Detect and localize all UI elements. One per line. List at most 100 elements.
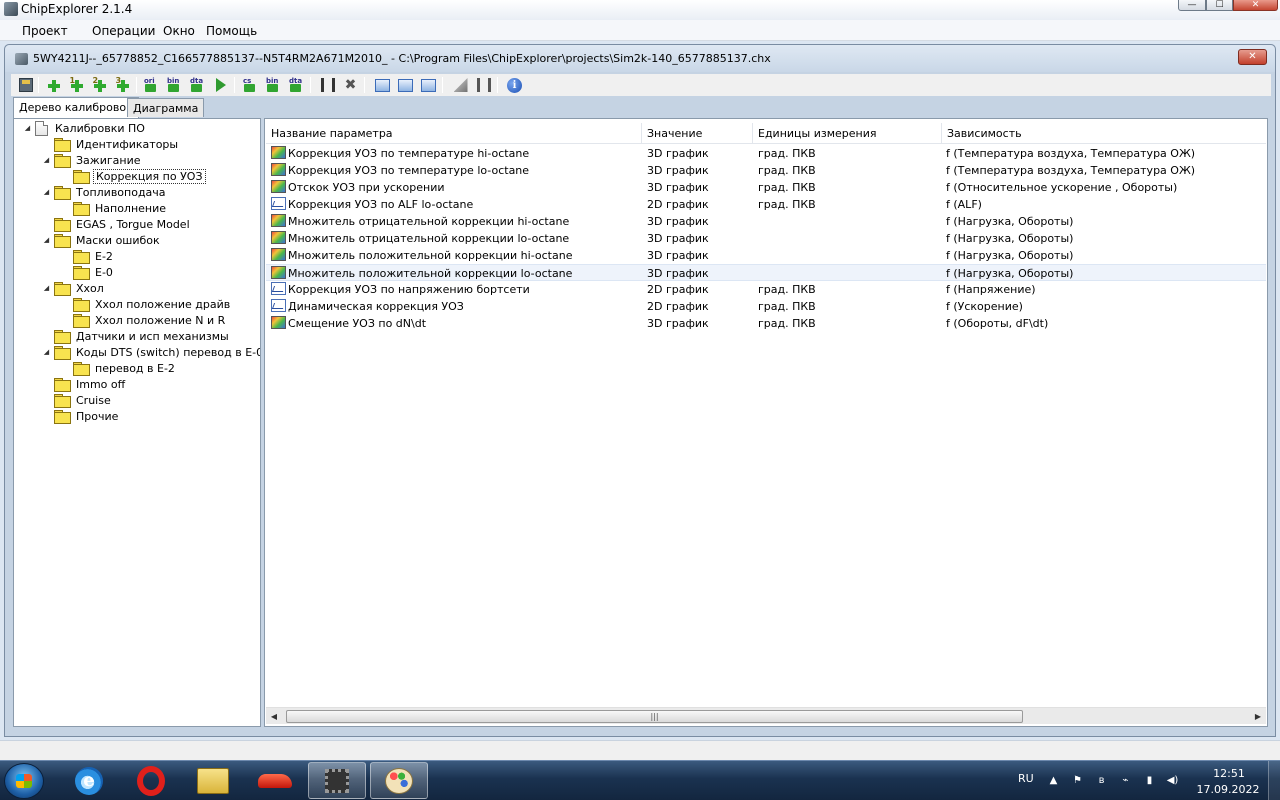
taskbar-paint[interactable] <box>370 762 428 799</box>
add-2d-button[interactable]: 2 <box>90 76 109 94</box>
show-desktop-button[interactable] <box>1268 761 1280 800</box>
menu-help[interactable]: Помощь <box>206 24 257 38</box>
tree-item[interactable]: ◢ Коды DTS (switch) перевод в E-0 <box>42 344 260 360</box>
scroll-thumb[interactable]: ||| <box>286 710 1023 723</box>
tree-collapse-icon[interactable]: ◢ <box>42 284 51 292</box>
taskbar-ie[interactable]: e <box>60 762 118 799</box>
export-dta-button[interactable]: dta <box>188 76 207 94</box>
start-button[interactable] <box>4 763 44 799</box>
export-ori-button[interactable]: ori <box>142 76 161 94</box>
scroll-right-icon[interactable]: ▶ <box>1252 710 1264 723</box>
clock-date[interactable]: 17.09.2022 <box>1194 783 1262 796</box>
tree-item[interactable]: перевод в E-2 <box>61 360 177 376</box>
tree-item[interactable]: ◢ Зажигание <box>42 152 142 168</box>
tree-collapse-icon[interactable]: ◢ <box>42 348 51 356</box>
tree-item[interactable]: ◢ Маски ошибок <box>42 232 162 248</box>
document-close-button[interactable]: ✕ <box>1238 49 1267 65</box>
tree-collapse-icon[interactable]: ◢ <box>42 236 51 244</box>
table-row[interactable]: Коррекция УОЗ по температуре hi-octane 3D… <box>266 145 1266 162</box>
paint-icon <box>385 767 413 794</box>
action-center-flag-icon[interactable]: ⚑ <box>1071 774 1084 787</box>
window-export-button[interactable] <box>419 76 438 94</box>
tree-item[interactable]: Cruise <box>42 392 113 408</box>
horizontal-scrollbar[interactable]: ◀ ||| ▶ <box>266 707 1266 724</box>
triangle-button[interactable] <box>451 76 470 94</box>
chipexplorer-icon <box>325 768 349 793</box>
export-cs-icon: cs <box>243 77 258 93</box>
split-button[interactable] <box>318 76 337 94</box>
tree-item[interactable]: Наполнение <box>61 200 168 216</box>
add-1d-button[interactable]: 1 <box>67 76 86 94</box>
add-3d-button[interactable]: 3 <box>113 76 132 94</box>
tree-item[interactable]: E-0 <box>61 264 115 280</box>
window-import-button[interactable] <box>396 76 415 94</box>
cell-dep: f (Обороты, dF\dt) <box>946 317 1049 330</box>
save-button[interactable] <box>16 76 35 94</box>
tree-item[interactable]: E-2 <box>61 248 115 264</box>
tree-collapse-icon[interactable]: ◢ <box>23 124 32 132</box>
column-header-dependency[interactable]: Зависимость <box>942 123 1266 144</box>
toolbar-separator <box>136 77 137 93</box>
tree-item[interactable]: ◢ Калибровки ПО <box>23 120 147 136</box>
language-indicator[interactable]: RU <box>1018 772 1034 785</box>
table-row[interactable]: Множитель отрицательной коррекции hi-oct… <box>266 213 1266 230</box>
close-button[interactable]: ✕ <box>1233 0 1278 11</box>
export-cs-button[interactable]: cs <box>241 76 260 94</box>
table-row[interactable]: Множитель положительной коррекции hi-oct… <box>266 247 1266 264</box>
table-row[interactable]: Множитель положительной коррекции lo-oct… <box>266 264 1266 281</box>
tree-item[interactable]: Ххол положение драйв <box>61 296 232 312</box>
tab-diagram[interactable]: Диаграмма <box>127 98 205 117</box>
bluetooth-icon[interactable]: ʙ <box>1095 774 1108 787</box>
device-icon[interactable]: ⌁ <box>1119 774 1132 787</box>
clock-time[interactable]: 12:51 <box>1200 767 1258 780</box>
network-signal-icon[interactable]: ▮ <box>1143 774 1156 787</box>
column-header-units[interactable]: Единицы измерения <box>753 123 942 144</box>
column-header-value[interactable]: Значение <box>642 123 753 144</box>
tree-item[interactable]: ◢ Топливоподача <box>42 184 168 200</box>
tree-item[interactable]: Идентификаторы <box>42 136 180 152</box>
tree-collapse-icon[interactable]: ◢ <box>42 156 51 164</box>
tree-item[interactable]: ◢ Ххол <box>42 280 106 296</box>
table-row[interactable]: Множитель отрицательной коррекции lo-oct… <box>266 230 1266 247</box>
tree-collapse-icon[interactable]: ◢ <box>42 188 51 196</box>
taskbar-opera[interactable] <box>122 762 180 799</box>
window-button[interactable] <box>373 76 392 94</box>
delete-button[interactable]: ✖ <box>341 76 360 94</box>
scroll-left-icon[interactable]: ◀ <box>268 710 280 723</box>
taskbar-chipexplorer[interactable] <box>308 762 366 799</box>
menu-window[interactable]: Окно <box>163 24 195 38</box>
import-dta-button[interactable]: dta <box>287 76 306 94</box>
table-row[interactable]: Динамическая коррекция УОЗ 2D график град.… <box>266 298 1266 315</box>
minimize-button[interactable]: — <box>1178 0 1206 11</box>
tree-item[interactable]: Коррекция по УОЗ <box>61 168 206 184</box>
table-row[interactable]: Коррекция УОЗ по температуре lo-octane 3D… <box>266 162 1266 179</box>
maximize-button[interactable]: ☐ <box>1206 0 1233 11</box>
export-ori-label: ori <box>144 76 155 85</box>
menu-project[interactable]: Проект <box>22 24 68 38</box>
split-icon <box>320 78 335 92</box>
table-row[interactable]: Смещение УОЗ по dN\dt 3D график град. ПКВ f… <box>266 315 1266 332</box>
about-button[interactable]: i <box>505 76 524 94</box>
tree-item[interactable]: Прочие <box>42 408 120 424</box>
add-node-button[interactable] <box>44 76 63 94</box>
table-row[interactable]: Коррекция УОЗ по ALF lo-octane 2D график г… <box>266 196 1266 213</box>
tree-item[interactable]: Immo off <box>42 376 127 392</box>
cell-name: Смещение УОЗ по dN\dt <box>288 317 427 330</box>
menu-operations[interactable]: Операции <box>92 24 155 38</box>
export-bin-button[interactable]: bin <box>165 76 184 94</box>
folder-icon <box>54 186 71 200</box>
table-row[interactable]: Отскок УОЗ при ускорении 3D график град. П… <box>266 179 1266 196</box>
tree-item[interactable]: Ххол положение N и R <box>61 312 227 328</box>
volume-icon[interactable]: ◀) <box>1166 774 1179 787</box>
tree-item[interactable]: Датчики и исп механизмы <box>42 328 231 344</box>
run-button[interactable] <box>211 76 230 94</box>
tree-item[interactable]: EGAS , Torgue Model <box>42 216 192 232</box>
tab-calibration-tree[interactable]: Дерево калибровок <box>13 97 139 118</box>
find-button[interactable] <box>474 76 493 94</box>
taskbar-explorer[interactable] <box>184 762 242 799</box>
taskbar-car-app[interactable] <box>246 762 304 799</box>
show-hidden-icons-icon[interactable]: ▲ <box>1047 774 1060 787</box>
table-row[interactable]: Коррекция УОЗ по напряжению бортсети 2D г… <box>266 281 1266 298</box>
column-header-name[interactable]: Название параметра <box>266 123 642 144</box>
import-bin-button[interactable]: bin <box>264 76 283 94</box>
